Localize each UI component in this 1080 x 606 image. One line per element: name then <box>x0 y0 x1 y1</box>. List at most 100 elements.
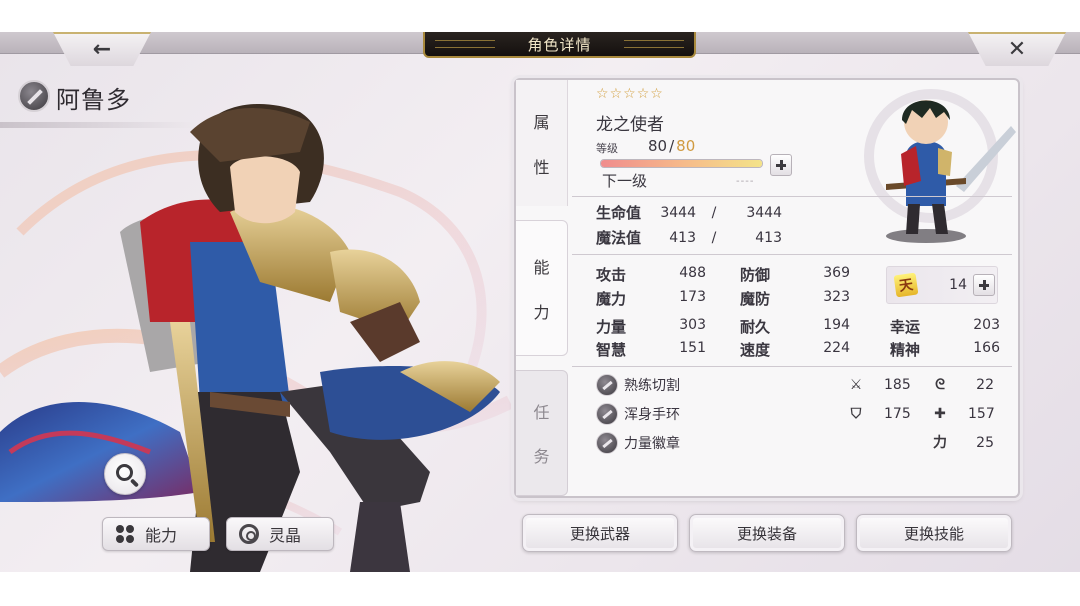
character-name: 阿鲁多 <box>56 86 131 114</box>
character-artwork <box>0 103 514 572</box>
stat-defense: 防御 369 <box>740 264 860 285</box>
heaven-badge-icon: 天 <box>893 272 919 298</box>
stat-magic: 魔力 173 <box>596 288 716 309</box>
name-underline <box>0 122 195 128</box>
hp-slash: / <box>711 204 717 221</box>
close-icon: ✕ <box>1007 36 1027 62</box>
tab-mission[interactable]: 任 务 <box>516 370 568 496</box>
equip-stat-value: 25 <box>976 435 994 451</box>
equipment-name: 浑身手环 <box>624 407 680 423</box>
stat-label: 魔防 <box>740 290 771 308</box>
equip-stat-magic-defense: ✚ 157 <box>932 406 995 422</box>
back-button[interactable]: ← <box>53 32 151 66</box>
stat-label: 智慧 <box>596 341 627 359</box>
bracelet-icon <box>596 403 618 425</box>
change-equipment-label: 更换装备 <box>736 524 797 543</box>
tab-ability-char-1: 能 <box>533 257 550 277</box>
stat-spirit: 精神 166 <box>890 339 1010 360</box>
magnifier-handle <box>129 478 140 488</box>
stat-label: 防御 <box>740 266 771 284</box>
equip-stat-strength: 力 25 <box>932 435 994 451</box>
magic-defense-stat-icon: ✚ <box>934 406 946 422</box>
sword-stat-icon: ⚔ <box>849 377 863 393</box>
change-equipment-button[interactable]: 更换装备 <box>689 514 845 552</box>
stat-value: 166 <box>973 340 1000 356</box>
tab-attribute-char-1: 属 <box>533 112 550 132</box>
mp-max: 413 <box>755 229 782 246</box>
stat-value: 369 <box>823 265 850 281</box>
stat-value: 194 <box>823 317 850 333</box>
tab-mission-char-1: 任 <box>533 403 550 422</box>
stat-speed: 速度 224 <box>740 339 860 360</box>
equipment-weapon[interactable]: 熟练切割 <box>596 374 680 396</box>
level-slash: / <box>669 137 675 155</box>
mp-row: 魔法值 413 / 413 <box>596 227 796 248</box>
character-sprite <box>864 89 1016 243</box>
stat-strength: 力量 303 <box>596 316 716 337</box>
equip-stat-value: 157 <box>968 406 995 422</box>
character-detail-panel: 属 性 能 力 任 务 ☆ ☆ ☆ ☆ ☆ 龙之使者 等级 80 / 80 下一… <box>514 78 1020 498</box>
star-icon: ☆ <box>596 86 609 102</box>
equip-stat-defense: ⛉ 175 <box>848 406 911 422</box>
crystal-button-label: 灵晶 <box>269 526 302 545</box>
title-ornament-left <box>435 40 495 48</box>
equipment-name: 力量徽章 <box>624 436 680 452</box>
badge-icon <box>596 432 618 454</box>
tab-ability[interactable]: 能 力 <box>516 220 568 356</box>
crystal-button[interactable]: 灵晶 <box>226 517 334 551</box>
title-ornament-right <box>624 40 684 48</box>
level-current: 80 <box>648 137 668 155</box>
stat-label: 魔力 <box>596 290 627 308</box>
back-arrow-icon: ← <box>92 36 112 62</box>
stat-value: 151 <box>679 340 706 356</box>
star-icon: ☆ <box>609 86 623 102</box>
equip-stat-value: 185 <box>884 377 911 393</box>
strength-stat-icon: 力 <box>933 435 947 451</box>
next-level-label: 下一级 <box>602 172 648 190</box>
page-title: 角色详情 <box>527 35 592 54</box>
stat-label: 耐久 <box>740 318 771 336</box>
stat-attack: 攻击 488 <box>596 264 716 285</box>
star-icon: ☆ <box>650 86 663 102</box>
stat-label: 速度 <box>740 341 771 359</box>
equip-stat-attack: ⚔ 185 <box>848 377 911 393</box>
tab-ability-char-2: 力 <box>533 302 550 322</box>
equipment-badge[interactable]: 力量徽章 <box>596 432 680 454</box>
stat-value: 173 <box>679 289 706 305</box>
change-weapon-button[interactable]: 更换武器 <box>522 514 678 552</box>
stat-wisdom: 智慧 151 <box>596 339 716 360</box>
level-label: 等级 <box>596 142 618 155</box>
ability-button[interactable]: 能力 <box>102 517 210 551</box>
stat-value: 303 <box>679 317 706 333</box>
mp-slash: / <box>711 229 717 246</box>
zoom-button[interactable] <box>104 453 146 495</box>
magic-stat-icon: ᘓ <box>935 377 945 393</box>
level-up-button[interactable] <box>770 154 792 176</box>
stat-value: 224 <box>823 340 850 356</box>
hp-value: 3444 <box>660 204 696 221</box>
ability-button-label: 能力 <box>145 526 178 545</box>
stat-endurance: 耐久 194 <box>740 316 860 337</box>
rarity-stars: ☆ ☆ ☆ ☆ ☆ <box>596 86 663 102</box>
character-title: 龙之使者 <box>596 115 664 135</box>
level-max: 80 <box>676 137 696 155</box>
tab-attribute[interactable]: 属 性 <box>516 80 568 206</box>
equip-stat-value: 175 <box>884 406 911 422</box>
stat-magic-defense: 魔防 323 <box>740 288 860 309</box>
hp-row: 生命值 3444 / 3444 <box>596 202 796 223</box>
game-screen: ← ✕ 角色详情 阿鲁多 能力 灵晶 属 性 能 力 任 务 ☆ ☆ ☆ ☆ ☆… <box>0 32 1080 572</box>
change-skill-label: 更换技能 <box>903 524 964 543</box>
change-weapon-label: 更换武器 <box>569 524 630 543</box>
change-skill-button[interactable]: 更换技能 <box>856 514 1012 552</box>
title-plate: 角色详情 <box>423 32 696 58</box>
hp-max: 3444 <box>746 204 782 221</box>
mp-value: 413 <box>669 229 696 246</box>
character-name-block: 阿鲁多 <box>0 78 200 128</box>
next-level-value: ---- <box>736 176 755 187</box>
stat-label: 幸运 <box>890 318 921 336</box>
equipment-accessory[interactable]: 浑身手环 <box>596 403 680 425</box>
equip-stat-magic: ᘓ 22 <box>932 377 994 393</box>
close-button[interactable]: ✕ <box>968 32 1066 66</box>
level-progress-bar <box>600 159 763 168</box>
heaven-plus-button[interactable] <box>973 274 995 296</box>
